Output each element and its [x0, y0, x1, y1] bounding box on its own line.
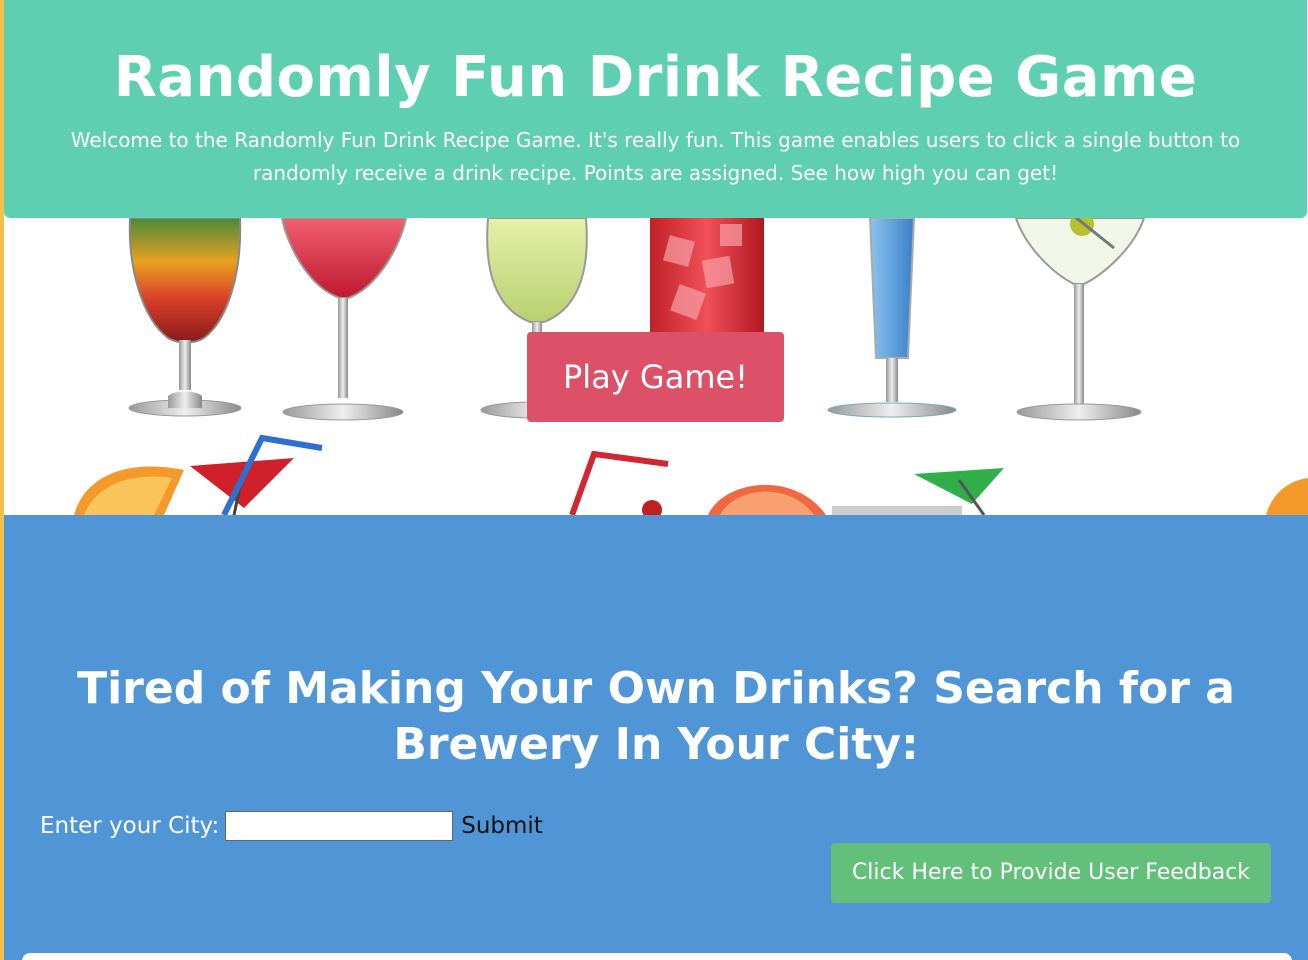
- city-label: Enter your City:: [40, 813, 220, 839]
- submit-button[interactable]: Submit: [453, 813, 543, 839]
- drinks-banner: Play Game!: [4, 218, 1308, 515]
- user-feedback-button[interactable]: Click Here to Provide User Feedback: [831, 843, 1271, 903]
- play-game-button[interactable]: Play Game!: [527, 332, 784, 422]
- results-card: [22, 953, 1292, 960]
- city-input[interactable]: [225, 811, 454, 841]
- header: Randomly Fun Drink Recipe Game Welcome t…: [4, 0, 1307, 218]
- page: Randomly Fun Drink Recipe Game Welcome t…: [4, 0, 1308, 960]
- brewery-search-section: Tired of Making Your Own Drinks? Search …: [4, 515, 1308, 960]
- intro-text: Welcome to the Randomly Fun Drink Recipe…: [70, 128, 1241, 185]
- brewery-heading: Tired of Making Your Own Drinks? Search …: [77, 663, 1235, 770]
- page-title: Randomly Fun Drink Recipe Game: [113, 45, 1198, 110]
- city-search-form: Enter your City: Submit: [40, 809, 543, 843]
